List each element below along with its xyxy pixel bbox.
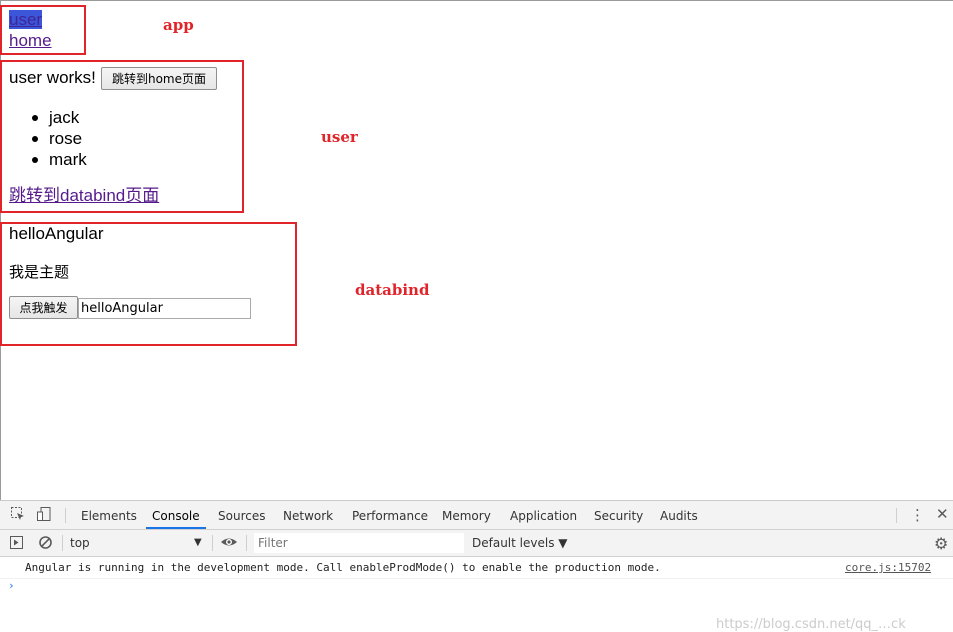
device-toolbar-icon[interactable] bbox=[36, 506, 52, 526]
tab-memory[interactable]: Memory bbox=[442, 501, 491, 529]
list-item: jack bbox=[0, 107, 87, 128]
watermark-text: https://blog.csdn.net/qq_…ck bbox=[716, 617, 906, 632]
dropdown-triangle-icon: ▼ bbox=[194, 537, 202, 548]
console-message-text: Angular is running in the development mo… bbox=[25, 561, 661, 574]
databind-text-input[interactable] bbox=[78, 298, 251, 319]
nav-link-user[interactable]: user bbox=[9, 10, 43, 29]
databind-subject: 我是主题 bbox=[9, 264, 70, 281]
databind-title: helloAngular bbox=[9, 224, 104, 243]
tab-elements[interactable]: Elements bbox=[81, 501, 137, 529]
clear-console-icon[interactable] bbox=[38, 535, 53, 554]
goto-databind-link[interactable]: 跳转到databind页面 bbox=[9, 186, 159, 206]
console-message-source-link[interactable]: core.js:15702 bbox=[845, 561, 931, 574]
toolbar-separator bbox=[62, 535, 63, 551]
nav-link-home[interactable]: home bbox=[9, 31, 52, 51]
tab-audits[interactable]: Audits bbox=[660, 501, 698, 529]
settings-gear-icon[interactable]: ⚙ bbox=[934, 534, 948, 553]
annotation-user-label: user bbox=[321, 128, 358, 146]
toolbar-separator bbox=[246, 535, 247, 551]
tab-console[interactable]: Console bbox=[146, 501, 206, 529]
console-filter-input[interactable] bbox=[254, 533, 464, 553]
goto-home-button[interactable]: 跳转到home页面 bbox=[101, 67, 217, 90]
trigger-button[interactable]: 点我触发 bbox=[9, 296, 78, 319]
log-levels-dropdown[interactable]: Default levels ▼ bbox=[472, 533, 568, 553]
tabbar-separator bbox=[896, 508, 897, 523]
tabbar-separator bbox=[65, 508, 66, 523]
user-heading: user works! bbox=[9, 68, 96, 87]
tab-sources[interactable]: Sources bbox=[218, 501, 265, 529]
tab-network[interactable]: Network bbox=[283, 501, 333, 529]
annotation-app-label: app bbox=[163, 16, 194, 34]
more-menu-icon[interactable]: ⋮ bbox=[910, 506, 925, 524]
annotation-databind-label: databind bbox=[355, 281, 430, 299]
inspect-element-icon[interactable] bbox=[10, 506, 26, 526]
devtools-panel: Elements Console Sources Network Perform… bbox=[0, 500, 953, 632]
context-select-value: top bbox=[70, 536, 90, 550]
devtools-tabbar: Elements Console Sources Network Perform… bbox=[0, 501, 953, 530]
tab-security[interactable]: Security bbox=[594, 501, 643, 529]
list-item: mark bbox=[0, 149, 87, 170]
console-toolbar: top ▼ Default levels ▼ ⚙ bbox=[0, 530, 953, 557]
list-item: rose bbox=[0, 128, 87, 149]
show-drawer-icon[interactable] bbox=[9, 535, 24, 554]
tab-application[interactable]: Application bbox=[510, 501, 577, 529]
user-name-list: jack rose mark bbox=[0, 107, 87, 170]
eye-icon[interactable] bbox=[220, 534, 238, 554]
context-select[interactable]: top ▼ bbox=[70, 533, 205, 553]
console-message-row: Angular is running in the development mo… bbox=[0, 558, 953, 632]
window-top-border bbox=[0, 0, 953, 1]
close-icon[interactable]: ✕ bbox=[936, 505, 949, 523]
tab-performance[interactable]: Performance bbox=[352, 501, 428, 529]
toolbar-separator bbox=[212, 535, 213, 551]
